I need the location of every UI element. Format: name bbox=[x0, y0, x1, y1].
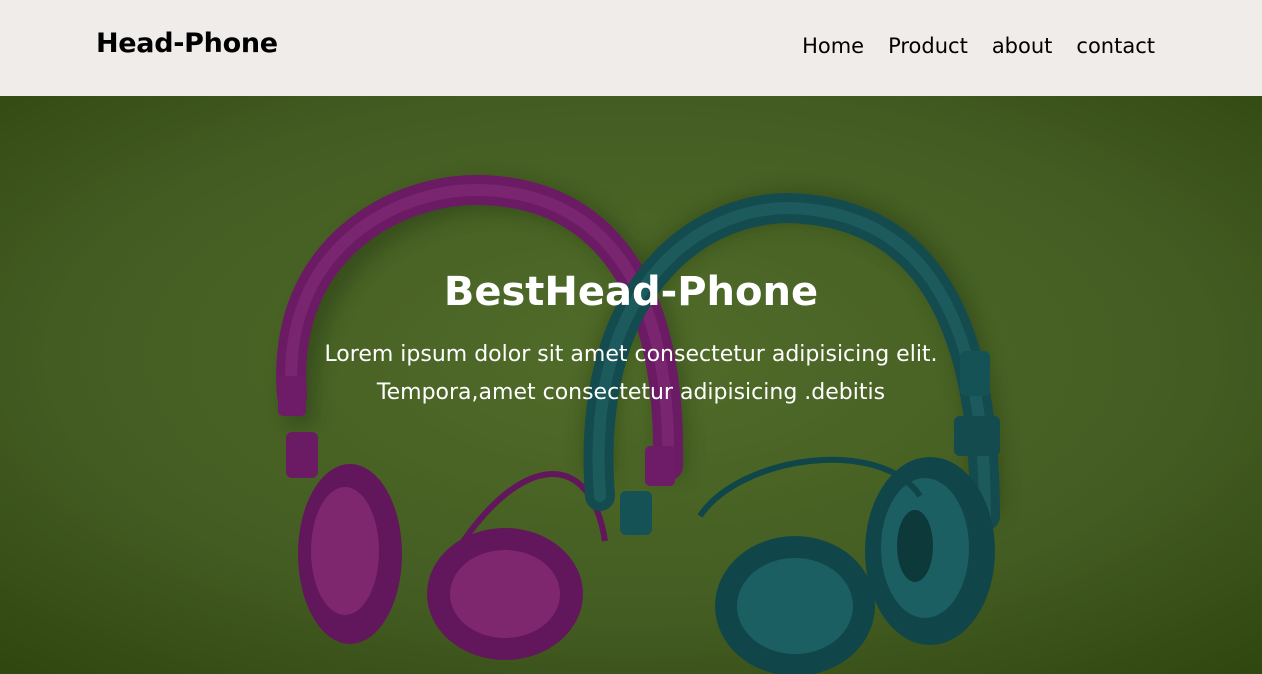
navbar: Head-Phone Home Product about contact bbox=[0, 0, 1262, 96]
nav-menu: Home Product about contact bbox=[802, 34, 1155, 58]
hero-description: Lorem ipsum dolor sit amet consectetur a… bbox=[0, 336, 1262, 412]
hero-content: BestHead-Phone Lorem ipsum dolor sit ame… bbox=[0, 268, 1262, 412]
hero-description-line-1: Lorem ipsum dolor sit amet consectetur a… bbox=[324, 342, 938, 367]
hero-description-line-2: Tempora,amet consectetur adipisicing .de… bbox=[376, 380, 886, 405]
nav-link-contact[interactable]: contact bbox=[1076, 34, 1155, 58]
page: Head-Phone Home Product about contact Be… bbox=[0, 0, 1262, 674]
nav-link-home[interactable]: Home bbox=[802, 34, 864, 58]
hero-title: BestHead-Phone bbox=[443, 269, 819, 315]
nav-link-product[interactable]: Product bbox=[888, 34, 968, 58]
hero-section: BestHead-Phone Lorem ipsum dolor sit ame… bbox=[0, 96, 1262, 674]
site-logo[interactable]: Head-Phone bbox=[96, 28, 278, 59]
nav-link-about[interactable]: about bbox=[992, 34, 1053, 58]
